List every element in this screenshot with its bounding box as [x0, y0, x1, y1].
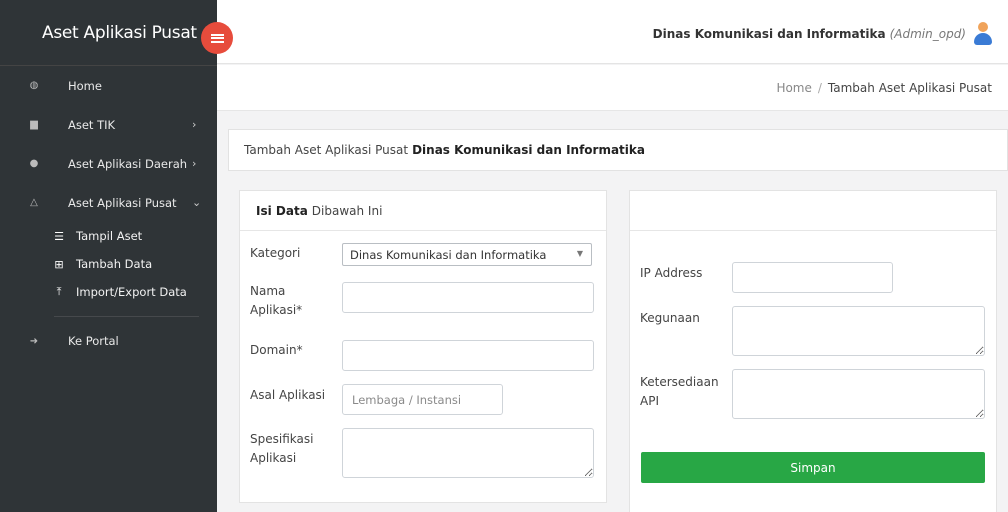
sidebar-nav: ◍ Home ▆ Aset TIK › ● Aset Aplikasi Daer…	[0, 66, 217, 306]
sidebar-item-label: Home	[68, 78, 102, 93]
app-title: Aset Aplikasi Pusat	[0, 0, 217, 66]
breadcrumb-home-link[interactable]: Home	[776, 81, 811, 95]
sidebar-item-label: Aset Aplikasi Pusat	[68, 195, 177, 210]
api-label-line2: API	[640, 394, 659, 408]
user-name: Dinas Komunikasi dan Informatika	[652, 27, 886, 41]
panel-heading-empty	[630, 191, 996, 231]
android-icon: ●	[29, 158, 39, 169]
asal-aplikasi-label: Asal Aplikasi	[250, 388, 326, 402]
api-label-line1: Ketersediaan	[640, 375, 719, 389]
sidebar-item-ke-portal[interactable]: ➜ Ke Portal	[0, 325, 217, 357]
flask-icon: △	[30, 197, 38, 208]
sidebar-toggle-button[interactable]	[201, 22, 233, 54]
kategori-label: Kategori	[250, 246, 301, 260]
spesifikasi-aplikasi-label: Spesifikasi Aplikasi	[250, 430, 313, 468]
domain-input[interactable]	[342, 340, 594, 371]
sidebar-subitem-label: Tampil Aset	[76, 229, 143, 243]
user-menu[interactable]: Dinas Komunikasi dan Informatika (Admin_…	[653, 22, 992, 46]
kegunaan-label: Kegunaan	[640, 311, 700, 325]
ip-address-input[interactable]	[732, 262, 893, 293]
asal-aplikasi-input[interactable]	[342, 384, 503, 415]
chevron-right-icon: ›	[192, 118, 197, 131]
sidebar-subitem-label: Import/Export Data	[76, 285, 187, 299]
panel-heading: Isi Data Dibawah Ini	[240, 191, 606, 231]
chevron-down-icon: ⌄	[192, 196, 202, 209]
sidebar-subitem-tambah-data[interactable]: ⊞ Tambah Data	[0, 250, 217, 278]
chevron-down-icon: ▼	[576, 249, 583, 258]
sidebar-divider	[54, 316, 199, 317]
sidebar-item-aset-aplikasi-daerah[interactable]: ● Aset Aplikasi Daerah ›	[0, 144, 217, 183]
page-title-prefix: Tambah Aset Aplikasi Pusat	[244, 143, 409, 157]
top-header: Dinas Komunikasi dan Informatika (Admin_…	[217, 0, 1008, 64]
kegunaan-textarea[interactable]	[732, 306, 985, 356]
upload-icon: ⤒	[56, 285, 62, 298]
panel-heading-bold: Isi Data	[256, 203, 308, 218]
dashboard-icon: ◍	[29, 80, 39, 91]
sidebar-item-aset-tik[interactable]: ▆ Aset TIK ›	[0, 105, 217, 144]
sidebar-subitem-label: Tambah Data	[76, 257, 153, 271]
ip-address-label: IP Address	[640, 266, 703, 280]
user-avatar-icon	[974, 22, 992, 46]
briefcase-icon: ▆	[30, 119, 38, 130]
nama-aplikasi-label-line1: Nama	[250, 284, 286, 298]
nama-aplikasi-label: Nama Aplikasi*	[250, 282, 302, 320]
sign-in-icon: ➜	[29, 335, 39, 347]
ketersediaan-api-textarea[interactable]	[732, 369, 985, 419]
breadcrumb: Home / Tambah Aset Aplikasi Pusat	[217, 65, 1008, 111]
nama-aplikasi-input[interactable]	[342, 282, 594, 313]
spesifikasi-label-line2: Aplikasi	[250, 451, 297, 465]
sidebar: Aset Aplikasi Pusat ◍ Home ▆ Aset TIK › …	[0, 0, 217, 512]
chevron-right-icon: ›	[192, 157, 197, 170]
page-title: Tambah Aset Aplikasi Pusat Dinas Komunik…	[228, 129, 1008, 171]
menu-icon	[210, 32, 224, 44]
kategori-select-value: Dinas Komunikasi dan Informatika	[350, 247, 547, 262]
ketersediaan-api-label: Ketersediaan API	[640, 373, 719, 411]
sidebar-item-label: Ke Portal	[68, 334, 119, 348]
domain-label: Domain*	[250, 343, 303, 357]
user-role: (Admin_opd)	[889, 27, 966, 41]
plus-square-icon: ⊞	[54, 257, 64, 271]
spesifikasi-aplikasi-textarea[interactable]	[342, 428, 594, 478]
simpan-button[interactable]: Simpan	[641, 452, 985, 483]
nama-aplikasi-label-line2: Aplikasi*	[250, 303, 303, 317]
list-icon: ☰	[54, 229, 64, 243]
sidebar-item-label: Aset TIK	[68, 117, 116, 132]
panel-heading-rest: Dibawah Ini	[311, 203, 383, 218]
page-title-org: Dinas Komunikasi dan Informatika	[412, 143, 645, 157]
spesifikasi-label-line1: Spesifikasi	[250, 432, 314, 446]
kategori-select[interactable]: Dinas Komunikasi dan Informatika ▼	[342, 243, 592, 266]
sidebar-item-label: Aset Aplikasi Daerah	[68, 156, 188, 171]
sidebar-subitem-tampil-aset[interactable]: ☰ Tampil Aset	[0, 222, 217, 250]
sidebar-subitem-import-export[interactable]: ⤒ Import/Export Data	[0, 278, 217, 306]
sidebar-item-aset-aplikasi-pusat[interactable]: △ Aset Aplikasi Pusat ⌄	[0, 183, 217, 222]
breadcrumb-separator: /	[817, 80, 822, 95]
sidebar-item-home[interactable]: ◍ Home	[0, 66, 217, 105]
breadcrumb-current: Tambah Aset Aplikasi Pusat	[827, 80, 992, 95]
